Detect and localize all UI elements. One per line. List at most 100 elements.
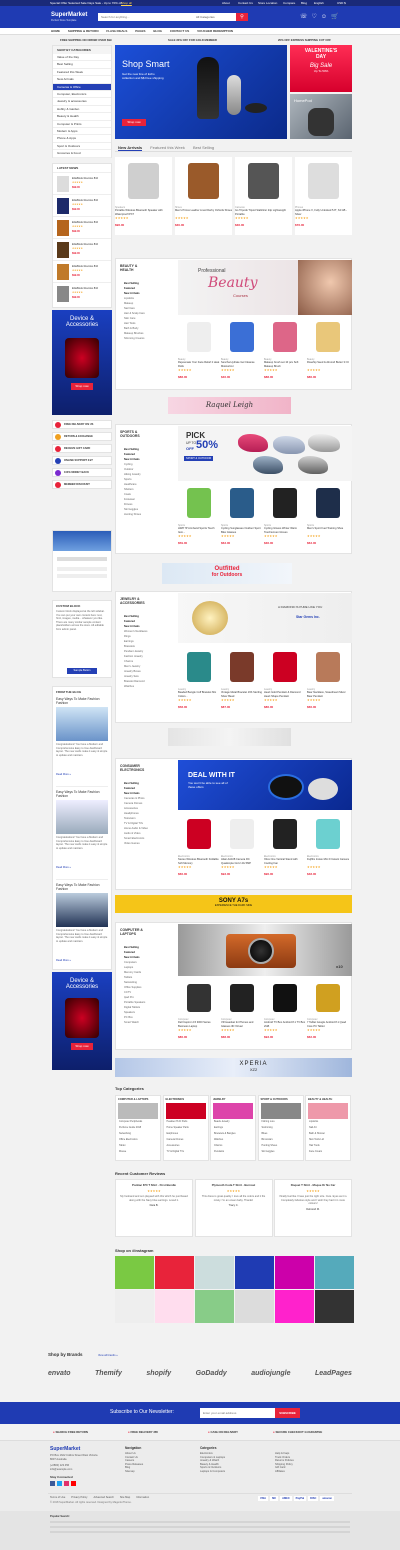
product-name[interactable]: HW8 7P Armband Sports Touch Item... xyxy=(178,527,220,534)
hero-banner[interactable]: Shop Smart Get the new line of Echo coll… xyxy=(115,45,287,139)
product-name[interactable]: 7 Tablet Google Android 8.1 Quad Core PC… xyxy=(307,1021,349,1028)
sidebar-item-computer[interactable]: Computer, Electronics xyxy=(53,91,111,99)
product-card[interactable]: Sports HW8 7P Armband Sports Touch Item..… xyxy=(178,483,220,553)
logo[interactable]: SuperMarket xyxy=(51,12,87,18)
instagram-photo[interactable] xyxy=(235,1256,274,1289)
sidebar-item-modern[interactable]: Modern & Apps xyxy=(53,128,111,136)
product-name[interactable]: Altair AA108 Camera RC Quadcopter Hd 2.4… xyxy=(221,858,263,865)
youtube-icon[interactable] xyxy=(71,1481,76,1486)
product-card[interactable]: Beauty Rejuvenate Your Face Relief 2 Heat… xyxy=(178,317,220,387)
accessories-banner[interactable] xyxy=(168,728,291,746)
sidebar-item-hobby[interactable]: Hobby & Garden xyxy=(53,106,111,114)
nav-blog[interactable]: BLOG xyxy=(153,29,162,33)
instagram-photo[interactable] xyxy=(275,1256,314,1289)
product-card[interactable]: Phones Apple iPhone X, Fully Unlocked 5.8… xyxy=(295,157,352,235)
twitter-icon[interactable] xyxy=(57,1481,62,1486)
product-name[interactable]: Portable Wireless Bluetooth Speaker with… xyxy=(115,209,172,216)
instagram-photo[interactable] xyxy=(315,1256,354,1289)
product-card[interactable]: Computer 7 Tablet Google Android 8.1 Quad… xyxy=(307,979,349,1047)
beauty-banner[interactable]: Professional Beauty Courses xyxy=(178,260,352,315)
product-name[interactable]: VR Headset for Phones and Glasses 3D Vir… xyxy=(221,1021,263,1028)
product-name[interactable]: Vintage Metal Bracelet 16S Sterling Silv… xyxy=(221,691,263,698)
search-input[interactable] xyxy=(98,13,182,21)
top-category-link[interactable]: Face Cream xyxy=(306,1149,350,1155)
menu-item[interactable]: Smart Watch xyxy=(120,1020,180,1025)
latest-item[interactable]: EliteBook Revolve 810 ★★★★★ $99.00 xyxy=(53,238,111,260)
read-more-link[interactable]: Read More » xyxy=(56,773,108,776)
raquel-banner[interactable]: Raquel Leigh xyxy=(168,397,291,414)
user-icon[interactable]: ☺ xyxy=(321,14,331,20)
top-category-name[interactable]: SPORT & OUTDOORS xyxy=(259,1096,303,1103)
nav-contact[interactable]: CONTACT US xyxy=(170,29,189,33)
product-card[interactable]: Cameras Go Tripods Tripod Stabilizer 24p … xyxy=(235,157,292,235)
brand-shopify[interactable]: shopify xyxy=(146,1370,171,1377)
menu-item[interactable]: Watches xyxy=(120,684,180,689)
footer-logo[interactable]: SuperMarket xyxy=(50,1446,80,1452)
instagram-photo[interactable] xyxy=(115,1290,154,1323)
instagram-photo[interactable] xyxy=(155,1290,194,1323)
instagram-photo[interactable] xyxy=(315,1290,354,1323)
product-name[interactable]: Heart Gold Pendant & Diamond Heart Shape… xyxy=(264,691,306,698)
top-category-link[interactable]: Pendants xyxy=(211,1149,255,1155)
latest-item[interactable]: EliteBook Revolve 810 ★★★★★ $99.00 xyxy=(53,260,111,282)
phone-icon[interactable]: ☏ xyxy=(300,14,312,20)
side-banner-button[interactable]: Shop now xyxy=(71,1043,93,1050)
product-card[interactable]: Sports Cycling Gloves Winter Warm Touchsc… xyxy=(264,483,306,553)
read-more-link[interactable]: Read More » xyxy=(56,959,108,962)
footer-link[interactable]: Affiliates xyxy=(275,1470,294,1474)
top-category-link[interactable]: TV & Digital TVs xyxy=(164,1149,208,1155)
read-more-link[interactable]: Read More » xyxy=(56,866,108,869)
menu-item[interactable]: Hunting Shoes xyxy=(120,512,180,517)
product-card[interactable]: Computer VR Headset for Phones and Glasse… xyxy=(221,979,263,1047)
top-category-name[interactable]: BEAUTY & HEALTH xyxy=(306,1096,350,1103)
product-card[interactable]: Jewelry Vintage Metal Bracelet 16S Sterli… xyxy=(221,647,263,717)
side-banner-devices[interactable]: Device & Accessories Shop now xyxy=(52,310,112,415)
valentines-banner[interactable]: VALENTINE'S DAY Big Sale Up To 50% xyxy=(290,45,352,92)
consumer-banner[interactable]: DEAL WITH IT You won't be able to see al… xyxy=(178,760,352,810)
sidebar-item-cameras[interactable]: Cameras & Office xyxy=(53,83,111,92)
product-name[interactable]: Makeup brush set 10 pcs Soft Makeup Brus… xyxy=(264,361,306,368)
product-name[interactable]: Bear Necklace, Sweetheart Silver Bear Pe… xyxy=(307,691,349,698)
product-card[interactable]: Beauty Makeup brush set 10 pcs Soft Makeu… xyxy=(264,317,306,387)
subscribe-button[interactable]: SUBSCRIBE xyxy=(275,1408,300,1418)
brand-godaddy[interactable]: GoDaddy xyxy=(196,1370,227,1377)
product-name[interactable]: Cycling Gloves Winter Warm Touchscreen G… xyxy=(264,527,306,534)
instagram-photo[interactable] xyxy=(195,1256,234,1289)
sidebar-item-computer-prints[interactable]: Computer & Prints xyxy=(53,121,111,129)
heart-icon[interactable]: ♡ xyxy=(312,14,321,20)
top-category-name[interactable]: ELECTRONICS xyxy=(164,1096,208,1103)
product-card[interactable]: Shoes Men's Prince Leather Lined Derby Ox… xyxy=(175,157,232,235)
view-all-brands-link[interactable]: View all brands » xyxy=(98,1354,118,1357)
product-card[interactable]: Beauty Rosehip Seed & Almond Butter 3 Oz ★… xyxy=(307,317,349,387)
blog-post-title[interactable]: Easy Ways To Make Fashion Fashion xyxy=(56,883,108,891)
menu-item[interactable]: Slimming Creams xyxy=(120,336,180,341)
product-card[interactable]: Beauty Sencha Hydrate Gel Cleanse Moistur… xyxy=(221,317,263,387)
footer-bottom-link[interactable]: Privacy Policy xyxy=(71,1496,87,1499)
product-name[interactable]: Fujifilm Instax Mini 9 Instant Camera xyxy=(307,858,349,865)
product-name[interactable]: Men's Sport Fuel Training Shoe xyxy=(307,527,349,534)
instagram-icon[interactable] xyxy=(64,1481,69,1486)
hero-cta-button[interactable]: Shop now xyxy=(122,119,146,126)
product-name[interactable]: Rejuvenate Your Face Relief 2 Heat Rolls xyxy=(178,361,220,368)
side-banner-button[interactable]: Shop now xyxy=(71,383,93,390)
sidebar-item-best-selling[interactable]: Best Selling xyxy=(53,61,111,69)
top-category-name[interactable]: COMPUTER & LAPTOPS xyxy=(116,1096,160,1103)
blog-post-title[interactable]: Easy Ways To Make Fashion Fashion xyxy=(56,697,108,705)
instagram-photo[interactable] xyxy=(235,1290,274,1323)
product-name[interactable]: Men's Prince Leather Lined Derby Oxfords… xyxy=(175,209,232,216)
sidebar-item-featured[interactable]: Featured this Week xyxy=(53,69,111,77)
category-select[interactable]: All Categories xyxy=(196,15,215,19)
nav-home[interactable]: HOME xyxy=(51,29,60,33)
newsletter-email-input[interactable] xyxy=(200,1408,275,1418)
jewelry-banner[interactable]: A DIAMOND IS PURE LIKE YOU Star Gems Inc… xyxy=(178,593,352,643)
footer-bottom-link[interactable]: Site Map xyxy=(120,1496,130,1499)
product-name[interactable]: Rosehip Seed & Almond Butter 3 Oz xyxy=(307,361,349,368)
latest-item[interactable]: EliteBook Revolve 810 ★★★★★ $99.00 xyxy=(53,282,111,304)
top-category-link[interactable]: Ski Goggles xyxy=(259,1149,303,1155)
tab-best-selling[interactable]: Best Selling xyxy=(193,145,214,150)
product-name[interactable]: Sencha Hydrate Gel Cleanse Moisturizer xyxy=(221,361,263,368)
sidebar-item-new-arrivals[interactable]: New Arrivals xyxy=(53,76,111,84)
product-name[interactable]: Beaded Bangle Cuff Bracelet Mix Colors..… xyxy=(178,691,220,698)
latest-item[interactable]: EliteBook Revolve 810 ★★★★★ $99.00 xyxy=(53,172,111,194)
sample-button[interactable]: Sample Button xyxy=(67,668,97,674)
